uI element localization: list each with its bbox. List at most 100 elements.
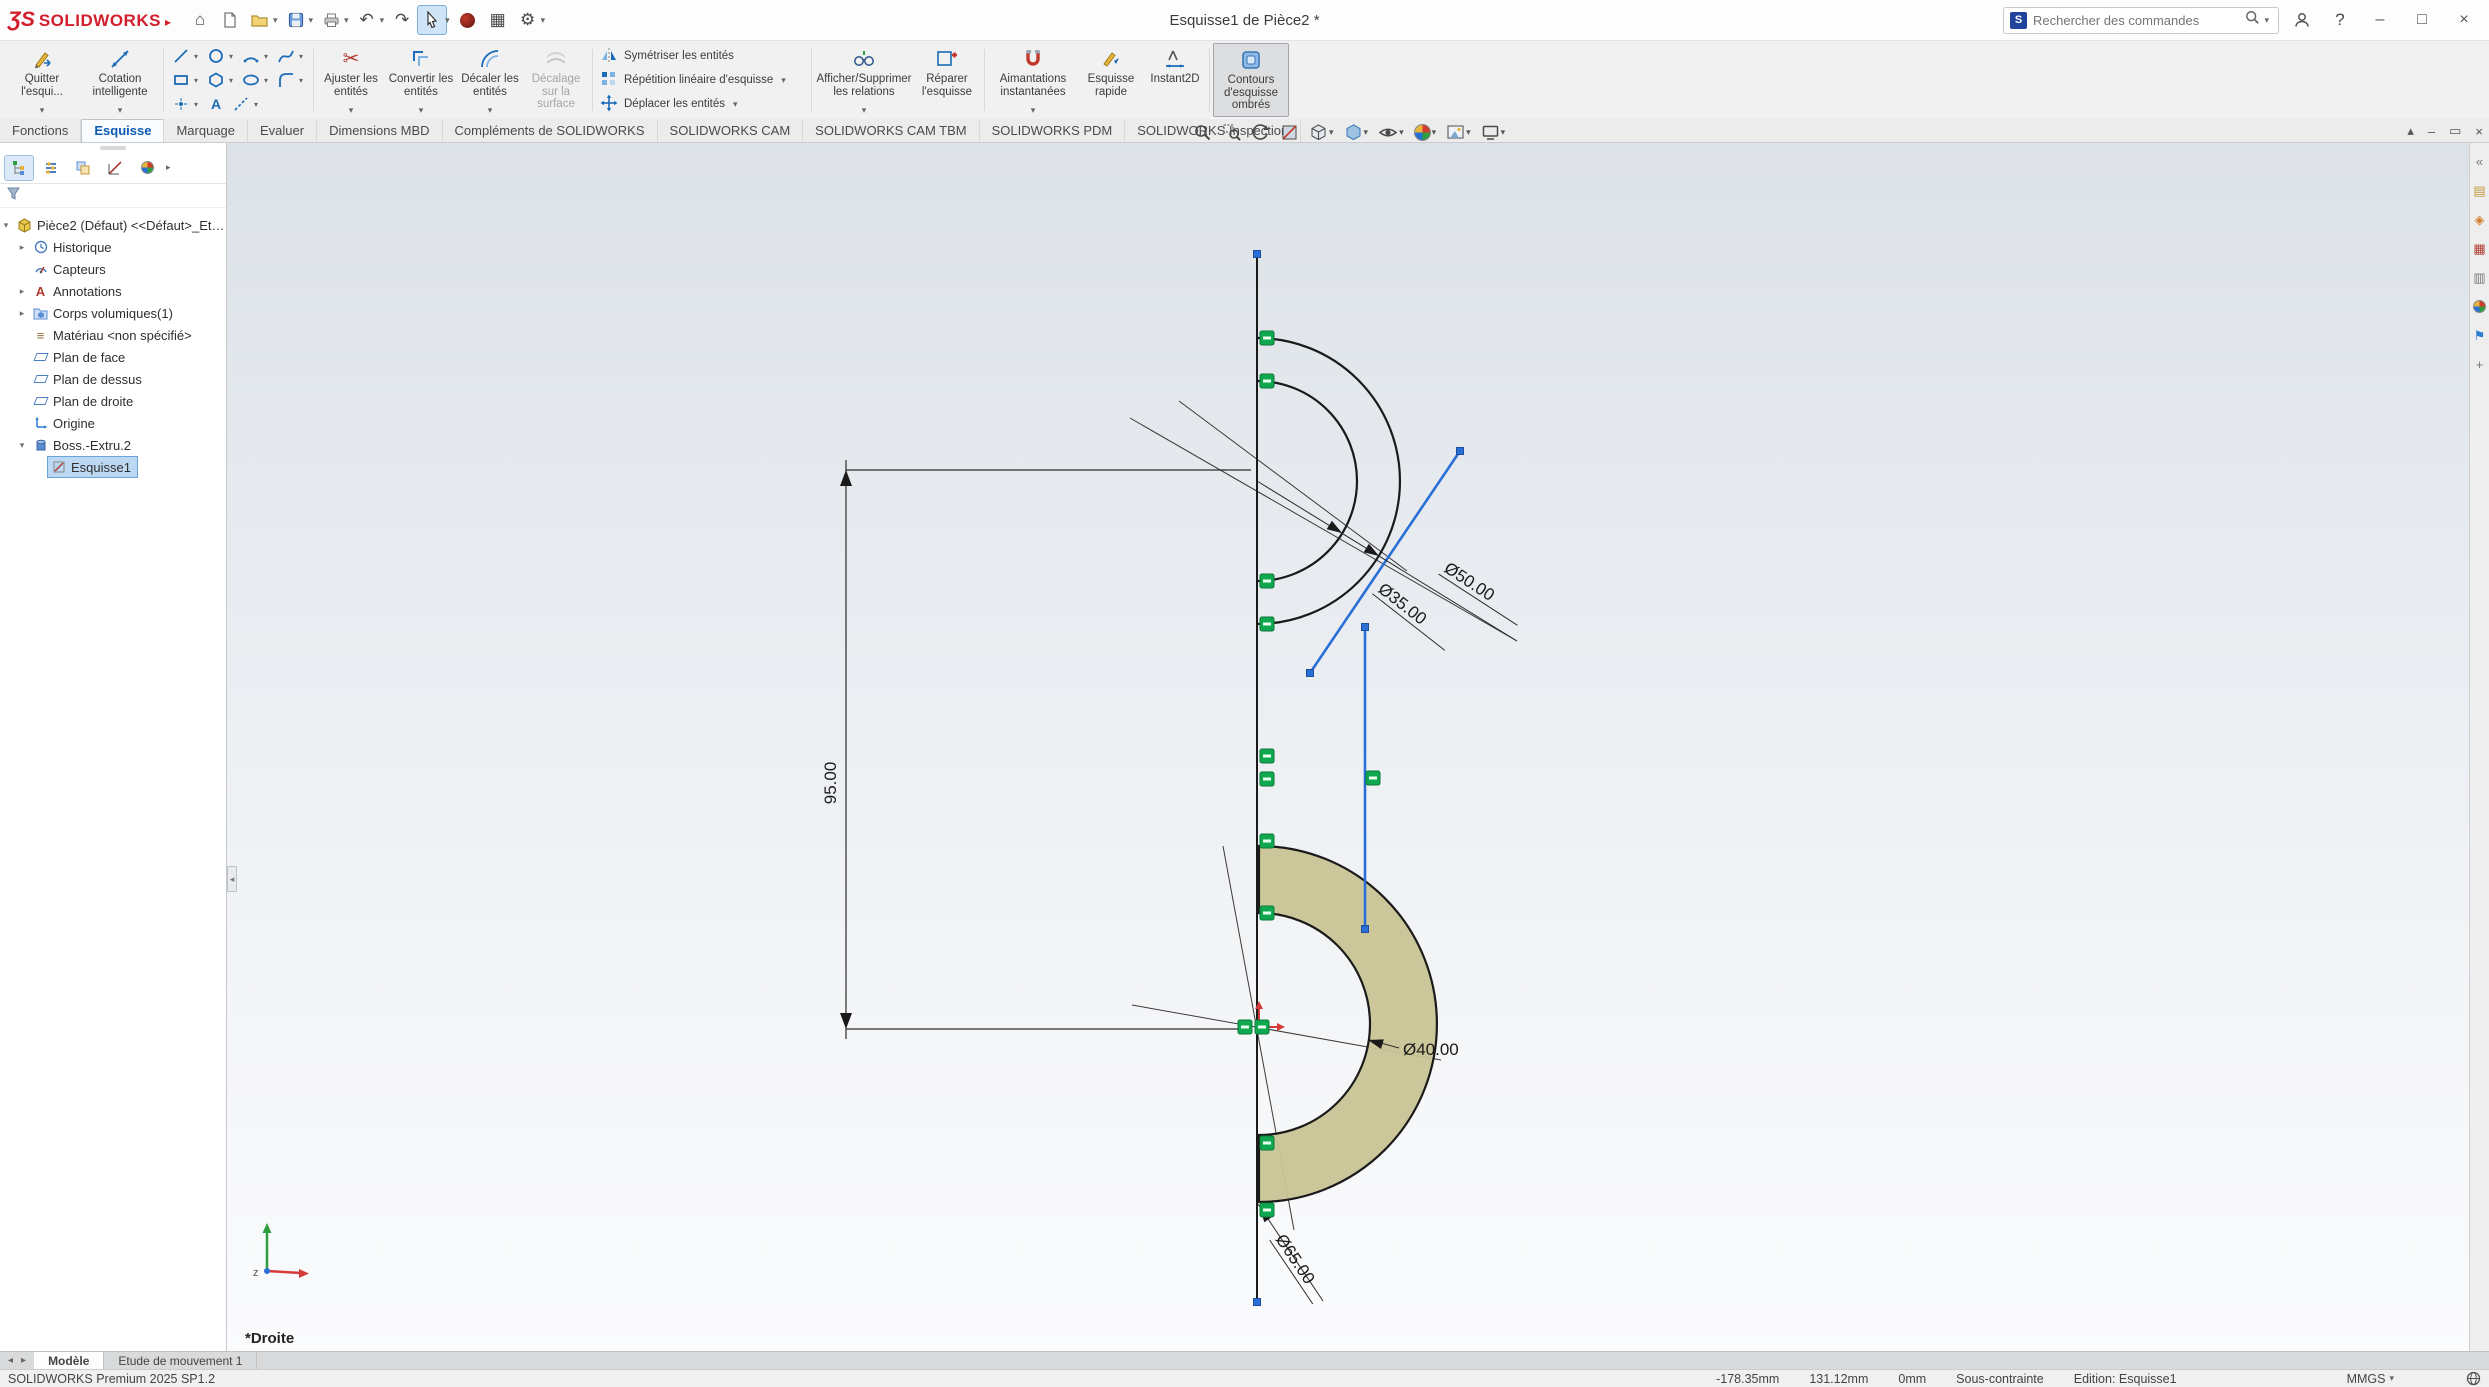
tab-pdm[interactable]: SOLIDWORKS PDM: [980, 120, 1126, 142]
constraint-marker[interactable]: [1260, 1136, 1274, 1150]
chevron-down-icon[interactable]: ▾: [264, 52, 273, 61]
tree-item-capteurs[interactable]: Capteurs: [0, 258, 226, 280]
filter-funnel-icon[interactable]: [6, 186, 21, 206]
scenes-icon[interactable]: [2471, 298, 2488, 315]
shaded-contours-button[interactable]: Contours d'esquisse ombrés: [1213, 43, 1289, 117]
chevron-down-icon[interactable]: ▾: [194, 76, 203, 85]
display-style-icon[interactable]: ▾: [1341, 121, 1372, 144]
line-endpoint[interactable]: [1307, 670, 1314, 677]
model-tab[interactable]: Modèle: [34, 1352, 104, 1369]
chevron-down-icon[interactable]: ▾: [1329, 127, 1334, 138]
tab-cam[interactable]: SOLIDWORKS CAM: [658, 120, 804, 142]
chevron-down-icon[interactable]: ▾: [1501, 127, 1506, 138]
panel-splitter-arrow[interactable]: ◂: [227, 866, 237, 892]
tree-item-part[interactable]: ▾ Pièce2 (Défaut) <<Défaut>_Etat d'affi.…: [0, 214, 226, 236]
line-endpoint[interactable]: [1362, 624, 1369, 631]
constraint-marker[interactable]: [1255, 1020, 1269, 1034]
line-endpoint[interactable]: [1362, 926, 1369, 933]
chevron-down-icon[interactable]: ▾: [445, 15, 450, 26]
tree-item-materiau[interactable]: ≡ Matériau <non spécifié>: [0, 324, 226, 346]
open-document-icon[interactable]: [245, 5, 275, 35]
chevron-down-icon[interactable]: ▾: [862, 104, 867, 117]
command-search[interactable]: S ▾: [2003, 7, 2279, 34]
display-relations-button[interactable]: Afficher/Supprimer les relations ▾: [815, 43, 913, 117]
constraint-marker[interactable]: [1366, 771, 1380, 785]
expand-arrow-icon[interactable]: ▾: [16, 440, 28, 451]
constraint-marker[interactable]: [1260, 574, 1274, 588]
search-icon[interactable]: [2245, 10, 2260, 30]
edit-appearance-icon[interactable]: ▾: [1411, 122, 1440, 143]
chevron-down-icon[interactable]: ▾: [781, 75, 786, 86]
panel-grip[interactable]: [0, 143, 226, 152]
tab-evaluer[interactable]: Evaluer: [248, 120, 317, 142]
line-endpoint[interactable]: [1254, 251, 1261, 258]
tab-cam-tbm[interactable]: SOLIDWORKS CAM TBM: [803, 120, 979, 142]
offset-entities-button[interactable]: Décaler les entités ▾: [457, 43, 523, 117]
chevron-down-icon[interactable]: ▾: [733, 99, 738, 110]
tab-scroll-left-icon[interactable]: ◂: [8, 1355, 13, 1366]
file-explorer-icon[interactable]: ▤: [2471, 182, 2488, 199]
chevron-down-icon[interactable]: ▾: [299, 52, 308, 61]
shaded-annulus-region[interactable]: [1259, 846, 1437, 1202]
redo-icon[interactable]: ↷: [387, 5, 417, 35]
ribbon-collapse-icon[interactable]: ▴: [2407, 123, 2414, 139]
selected-diagonal-line[interactable]: [1310, 451, 1460, 673]
tab-esquisse[interactable]: Esquisse: [81, 119, 164, 142]
chevron-down-icon[interactable]: ▾: [1432, 127, 1437, 138]
hide-show-items-icon[interactable]: ▾: [1375, 121, 1407, 144]
toolbox-icon[interactable]: ▦: [2471, 240, 2488, 257]
display-grid-icon[interactable]: ▦: [483, 5, 513, 35]
appearances-icon[interactable]: ▥: [2471, 269, 2488, 286]
apply-scene-icon[interactable]: ▾: [1443, 121, 1474, 144]
chevron-right-icon[interactable]: ▸: [166, 162, 171, 173]
previous-view-icon[interactable]: [1248, 121, 1273, 144]
chevron-down-icon[interactable]: ▾: [264, 76, 273, 85]
repair-sketch-button[interactable]: Réparer l'esquisse: [913, 43, 981, 117]
section-view-icon[interactable]: [1277, 121, 1302, 144]
line-endpoint[interactable]: [1457, 448, 1464, 455]
print-icon[interactable]: [316, 5, 346, 35]
window-maximize-button[interactable]: □: [2405, 5, 2439, 35]
point-tool-button[interactable]: [169, 93, 193, 116]
circle-tool-button[interactable]: [204, 45, 228, 68]
chevron-down-icon[interactable]: ▾: [380, 15, 385, 26]
rectangle-tool-button[interactable]: [169, 69, 193, 92]
zoom-area-icon[interactable]: [1219, 121, 1244, 144]
chevron-down-icon[interactable]: ▾: [118, 104, 123, 117]
tree-item-plan-de-dessus[interactable]: Plan de dessus: [0, 368, 226, 390]
expand-arrow-icon[interactable]: ▾: [0, 220, 12, 231]
window-minimize-button[interactable]: –: [2363, 5, 2397, 35]
dim-d65-text[interactable]: Ø65.00: [1272, 1231, 1319, 1288]
expand-arrow-icon[interactable]: ▸: [16, 242, 28, 253]
window-close-button[interactable]: ×: [2447, 5, 2481, 35]
chevron-down-icon[interactable]: ▾: [229, 52, 238, 61]
tab-fonctions[interactable]: Fonctions: [0, 120, 81, 142]
sketch-viewport[interactable]: 95.00 Ø35.00 Ø50.00 Ø40.0: [227, 143, 2469, 1351]
dimension-d50-d35[interactable]: Ø35.00 Ø50.00: [1257, 481, 1528, 650]
tree-item-plan-de-face[interactable]: Plan de face: [0, 346, 226, 368]
view-settings-icon[interactable]: ▾: [1478, 121, 1509, 144]
chevron-down-icon[interactable]: ▾: [194, 52, 203, 61]
chevron-down-icon[interactable]: ▾: [1399, 127, 1404, 138]
document-close-button[interactable]: ×: [2475, 124, 2483, 139]
tab-feature-tree[interactable]: [4, 155, 34, 181]
line-tool-button[interactable]: [169, 45, 193, 68]
fillet-tool-button[interactable]: [274, 69, 298, 92]
tree-item-annotations[interactable]: ▸ A Annotations: [0, 280, 226, 302]
undo-icon[interactable]: ↶: [352, 5, 382, 35]
dimension-95[interactable]: 95.00: [821, 460, 1251, 1039]
text-tool-button[interactable]: A: [204, 93, 228, 116]
custom-properties-icon[interactable]: ⚑: [2471, 327, 2488, 344]
constraint-marker[interactable]: [1260, 772, 1274, 786]
view-orientation-icon[interactable]: ▾: [1306, 121, 1337, 144]
construction-line-tool-button[interactable]: [229, 93, 253, 116]
document-restore-button[interactable]: ▭: [2449, 123, 2461, 139]
tab-marquage[interactable]: Marquage: [164, 120, 248, 142]
units-selector[interactable]: MMGS ▾: [2347, 1372, 2394, 1386]
tree-item-esquisse1[interactable]: Esquisse1: [0, 456, 226, 478]
constraint-marker[interactable]: [1260, 906, 1274, 920]
options-gear-icon[interactable]: ⚙: [513, 5, 543, 35]
document-minimize-button[interactable]: –: [2428, 124, 2435, 139]
dim-95-text[interactable]: 95.00: [821, 762, 840, 805]
chevron-down-icon[interactable]: ▾: [541, 15, 546, 26]
